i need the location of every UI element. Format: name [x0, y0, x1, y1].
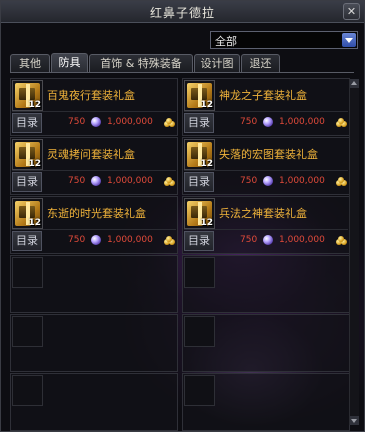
item-name: 兵法之神套装礼盒	[219, 207, 307, 220]
item-name: 百鬼夜行套装礼盒	[47, 89, 135, 102]
crystal-orb-icon	[263, 176, 273, 186]
material-cost: 750	[68, 117, 86, 127]
catalog-button[interactable]: 目录	[184, 231, 214, 251]
gold-coins-icon	[336, 118, 347, 127]
item-slot[interactable]: 12 失落的宏图套装礼盒 目录 750 1,000,000	[182, 137, 350, 195]
item-price-row: 目录 750 1,000,000	[184, 229, 348, 252]
empty-slot[interactable]	[182, 373, 350, 431]
item-price-row: 目录 750 1,000,000	[12, 170, 176, 193]
catalog-button[interactable]: 目录	[12, 113, 42, 133]
crystal-orb-icon	[91, 117, 101, 127]
item-icon-frame[interactable]: 12	[184, 80, 215, 111]
empty-slot[interactable]	[10, 373, 178, 431]
shop-window: 红鼻子德拉 ✕ 全部 其他 防具 首饰 & 特殊装备 设计图 退还 12 百鬼夜行…	[0, 0, 365, 432]
catalog-button[interactable]: 目录	[12, 231, 42, 251]
item-icon-frame[interactable]: 12	[12, 80, 43, 111]
crystal-orb-icon	[263, 235, 273, 245]
gold-cost: 1,000,000	[279, 176, 325, 186]
item-price-row: 目录 750 1,000,000	[184, 170, 348, 193]
catalog-button[interactable]: 目录	[184, 113, 214, 133]
title-bar[interactable]: 红鼻子德拉 ✕	[1, 1, 364, 23]
gold-coins-icon	[336, 177, 347, 186]
material-cost: 750	[68, 235, 86, 245]
item-name: 神龙之子套装礼盒	[219, 89, 307, 102]
item-icon-frame[interactable]: 12	[12, 139, 43, 170]
tab-divider	[10, 72, 354, 73]
empty-icon-frame[interactable]	[184, 316, 215, 347]
empty-icon-frame[interactable]	[12, 316, 43, 347]
empty-slot[interactable]	[182, 314, 350, 372]
item-name: 失落的宏图套装礼盒	[219, 148, 318, 161]
material-cost: 750	[240, 117, 258, 127]
item-slot[interactable]: 12 百鬼夜行套装礼盒 目录 750 1,000,000	[10, 78, 178, 136]
item-level: 12	[28, 159, 41, 169]
tab-accessories-special[interactable]: 首饰 & 特殊装备	[89, 54, 193, 72]
chevron-down-icon[interactable]	[342, 33, 356, 47]
gold-cost: 1,000,000	[107, 176, 153, 186]
tab-other[interactable]: 其他	[10, 54, 50, 72]
item-level: 12	[28, 100, 41, 110]
item-icon-frame[interactable]: 12	[12, 198, 43, 229]
catalog-button[interactable]: 目录	[184, 172, 214, 192]
item-level: 12	[28, 218, 41, 228]
item-slot[interactable]: 12 东逝的时光套装礼盒 目录 750 1,000,000	[10, 196, 178, 254]
window-title: 红鼻子德拉	[149, 6, 215, 20]
gold-cost: 1,000,000	[279, 117, 325, 127]
gold-cost: 1,000,000	[279, 235, 325, 245]
catalog-button[interactable]: 目录	[12, 172, 42, 192]
gold-coins-icon	[336, 236, 347, 245]
empty-icon-frame[interactable]	[184, 375, 215, 406]
crystal-orb-icon	[91, 176, 101, 186]
item-slot[interactable]: 12 兵法之神套装礼盒 目录 750 1,000,000	[182, 196, 350, 254]
empty-slot[interactable]	[10, 255, 178, 313]
material-cost: 750	[240, 176, 258, 186]
scroll-down-icon[interactable]	[350, 416, 359, 425]
gold-coins-icon	[164, 118, 175, 127]
crystal-orb-icon	[91, 235, 101, 245]
item-price-row: 目录 750 1,000,000	[184, 111, 348, 134]
item-level: 12	[200, 218, 213, 228]
tab-blueprints[interactable]: 设计图	[194, 54, 240, 72]
empty-icon-frame[interactable]	[12, 257, 43, 288]
category-filter-dropdown[interactable]: 全部	[210, 31, 358, 49]
item-icon-frame[interactable]: 12	[184, 139, 215, 170]
scroll-up-icon[interactable]	[350, 79, 359, 88]
empty-slot[interactable]	[10, 314, 178, 372]
empty-icon-frame[interactable]	[12, 375, 43, 406]
item-name: 东逝的时光套装礼盒	[47, 207, 146, 220]
gold-cost: 1,000,000	[107, 235, 153, 245]
item-slot[interactable]: 12 灵魂拷问套装礼盒 目录 750 1,000,000	[10, 137, 178, 195]
item-price-row: 目录 750 1,000,000	[12, 229, 176, 252]
item-icon-frame[interactable]: 12	[184, 198, 215, 229]
gold-coins-icon	[164, 177, 175, 186]
empty-slot[interactable]	[182, 255, 350, 313]
material-cost: 750	[240, 235, 258, 245]
gold-cost: 1,000,000	[107, 117, 153, 127]
tab-armor[interactable]: 防具	[51, 53, 88, 72]
item-slot[interactable]: 12 神龙之子套装礼盒 目录 750 1,000,000	[182, 78, 350, 136]
dropdown-selected-value: 全部	[215, 35, 237, 48]
gold-coins-icon	[164, 236, 175, 245]
tab-return[interactable]: 退还	[241, 54, 280, 72]
crystal-orb-icon	[263, 117, 273, 127]
material-cost: 750	[68, 176, 86, 186]
item-level: 12	[200, 159, 213, 169]
item-price-row: 目录 750 1,000,000	[12, 111, 176, 134]
empty-icon-frame[interactable]	[184, 257, 215, 288]
close-icon[interactable]: ✕	[343, 3, 360, 20]
scrollbar[interactable]	[349, 79, 359, 425]
item-name: 灵魂拷问套装礼盒	[47, 148, 135, 161]
item-level: 12	[200, 100, 213, 110]
